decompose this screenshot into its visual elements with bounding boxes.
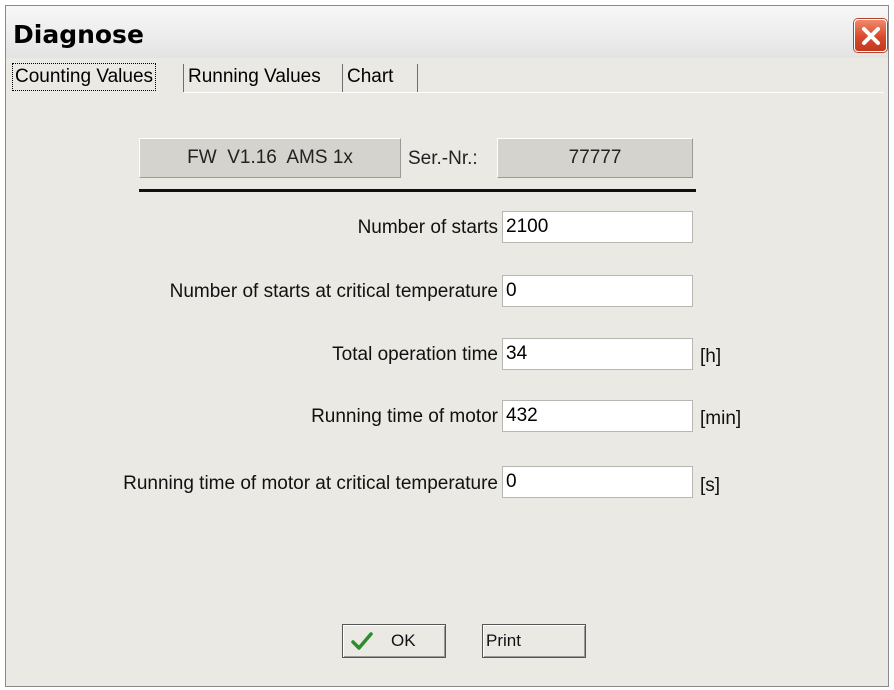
tab-running-values[interactable]: Running Values [185,61,340,93]
starts-critical-temp-label: Number of starts at critical temperature [169,281,498,302]
checkmark-icon [351,632,373,650]
tab-chart[interactable]: Chart [344,61,414,93]
firmware-version-box: FW V1.16 AMS 1x [139,138,401,178]
number-of-starts-field[interactable] [502,211,693,243]
ok-label: OK [391,631,416,650]
running-time-motor-label: Running time of motor [311,406,498,427]
serial-number-box: 77777 [497,138,693,178]
number-of-starts-label: Number of starts [357,217,498,238]
total-operation-time-field[interactable] [502,338,693,370]
tab-separator [183,64,184,92]
diagnose-dialog: Diagnose Counting Values Running Values … [5,5,889,687]
tab-label: Counting Values [12,63,157,91]
ok-button[interactable]: OK [342,624,446,658]
firmware-version: FW V1.16 AMS 1x [187,147,353,168]
print-button[interactable]: Print [482,624,586,658]
running-time-motor-field[interactable] [502,400,693,432]
total-operation-time-label: Total operation time [332,344,498,365]
serial-number-label: Ser.-Nr.: [408,148,478,169]
starts-critical-temp-field[interactable] [502,275,693,307]
title-bar: Diagnose [6,6,888,58]
total-operation-time-unit: [h] [700,346,722,367]
running-time-critical-temp-field[interactable] [502,466,693,498]
running-time-motor-unit: [min] [700,408,742,429]
serial-number-value: 77777 [568,147,622,168]
tab-underline [184,92,884,93]
tab-separator [342,64,343,92]
tab-label: Running Values [188,66,321,87]
tab-separator [417,64,418,92]
close-button[interactable] [854,19,887,52]
print-label: Print [486,631,521,650]
running-time-critical-temp-unit: [s] [700,475,721,496]
tab-counting-values[interactable]: Counting Values [12,61,182,93]
tab-label: Chart [347,66,394,87]
tab-strip: Counting Values Running Values Chart [10,61,886,95]
divider [139,189,696,192]
close-icon [861,26,880,45]
running-time-critical-temp-label: Running time of motor at critical temper… [123,473,498,494]
window-title: Diagnose [13,20,144,49]
counting-values-panel: FW V1.16 AMS 1x Ser.-Nr.: 77777 Number o… [10,94,884,684]
